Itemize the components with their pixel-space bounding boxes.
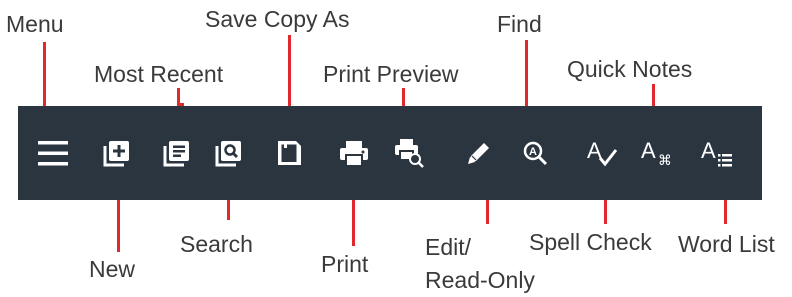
leader-new (117, 200, 120, 252)
leader-quick-notes (652, 84, 655, 106)
toolbar: A A A ⌘ A (18, 106, 762, 200)
find-magnifier-icon: A (523, 141, 548, 166)
new-document-icon (103, 141, 129, 167)
quick-notes-icon: A ⌘ (641, 138, 672, 168)
recent-documents-icon (163, 141, 189, 167)
label-save-copy-as: Save Copy As (205, 6, 350, 32)
print-preview-icon (395, 139, 424, 168)
toolbar-diagram: Menu Most Recent Save Copy As Print Prev… (0, 0, 792, 293)
menu-button[interactable] (28, 106, 78, 200)
label-find: Find (497, 11, 542, 37)
leader-find (525, 40, 528, 106)
leader-menu (43, 42, 46, 106)
leader-search (227, 200, 230, 220)
pencil-icon (468, 143, 489, 164)
label-most-recent: Most Recent (94, 61, 224, 87)
find-button[interactable]: A (514, 106, 556, 200)
label-edit-read-only: Edit/ Read-Only (425, 231, 535, 297)
svg-text:A: A (529, 146, 537, 158)
leader-print-preview (402, 88, 405, 106)
hamburger-icon (38, 141, 68, 166)
label-edit-line2: Read-Only (425, 267, 535, 293)
svg-text:A: A (701, 138, 716, 163)
label-search: Search (180, 231, 253, 257)
spell-check-button[interactable]: A (580, 106, 624, 200)
leader-word-list (724, 200, 727, 224)
label-menu: Menu (6, 11, 64, 37)
most-recent-button[interactable] (156, 106, 198, 200)
edit-read-only-button[interactable] (458, 106, 500, 200)
label-quick-notes: Quick Notes (567, 56, 693, 82)
label-word-list: Word List (678, 231, 775, 257)
leader-spell-check (604, 200, 607, 224)
word-list-icon: A (701, 138, 732, 167)
save-copy-as-button[interactable] (268, 106, 310, 200)
spell-check-icon: A (587, 138, 618, 167)
search-button[interactable] (208, 106, 250, 200)
floppy-disk-icon (278, 141, 301, 165)
svg-text:⌘: ⌘ (658, 153, 672, 168)
leader-print (352, 200, 355, 246)
label-new: New (89, 256, 136, 282)
label-print-preview: Print Preview (323, 61, 459, 87)
quick-notes-button[interactable]: A ⌘ (636, 106, 680, 200)
label-print: Print (321, 251, 369, 277)
word-list-button[interactable]: A (694, 106, 742, 200)
leader-save-copy-as (288, 35, 291, 106)
printer-icon (340, 141, 368, 167)
search-document-icon (215, 141, 241, 167)
label-spell-check: Spell Check (529, 229, 652, 255)
svg-text:A: A (641, 138, 656, 163)
leader-edit-read-only (486, 200, 489, 224)
print-preview-button[interactable] (388, 106, 430, 200)
print-button[interactable] (334, 106, 374, 200)
label-edit-line1: Edit/ (425, 234, 472, 260)
new-button[interactable] (96, 106, 138, 200)
